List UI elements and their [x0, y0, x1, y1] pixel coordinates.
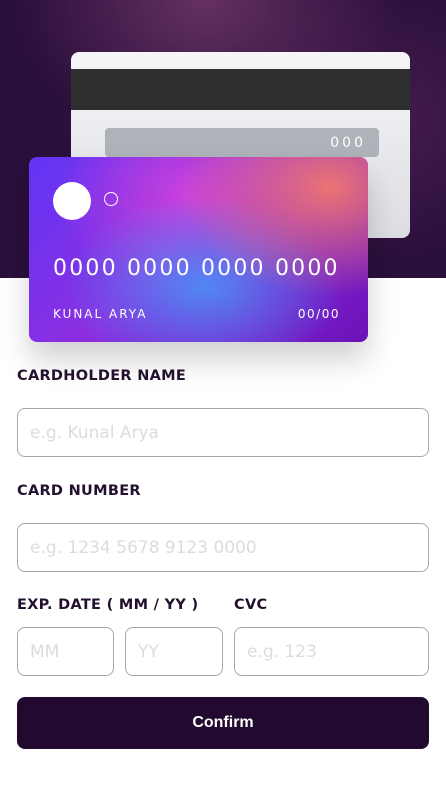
cardholder-name-input[interactable] [17, 408, 429, 457]
card-number-input[interactable] [17, 523, 429, 572]
card-back-cvc: 000 [330, 135, 366, 151]
exp-year-input[interactable] [125, 627, 223, 676]
card-logo-filled-circle-icon [53, 182, 91, 220]
cardholder-name-display: KUNAL ARYA [53, 307, 148, 321]
card-logo-outline-circle-icon [104, 192, 118, 206]
card-expiry-display: 00/00 [297, 307, 340, 321]
cvc-input[interactable] [234, 627, 429, 676]
confirm-button[interactable]: Confirm [17, 697, 429, 749]
cardholder-name-label: CARDHOLDER NAME [17, 368, 187, 384]
card-front-preview: 0000 0000 0000 0000 KUNAL ARYA 00/00 [29, 157, 368, 342]
exp-month-input[interactable] [17, 627, 114, 676]
card-number-display: 0000 0000 0000 0000 [53, 256, 340, 281]
cvc-label: CVC [234, 597, 268, 613]
card-number-label: CARD NUMBER [17, 483, 141, 499]
magnetic-stripe [71, 69, 410, 110]
exp-date-label: EXP. DATE ( MM / YY ) [17, 597, 199, 613]
